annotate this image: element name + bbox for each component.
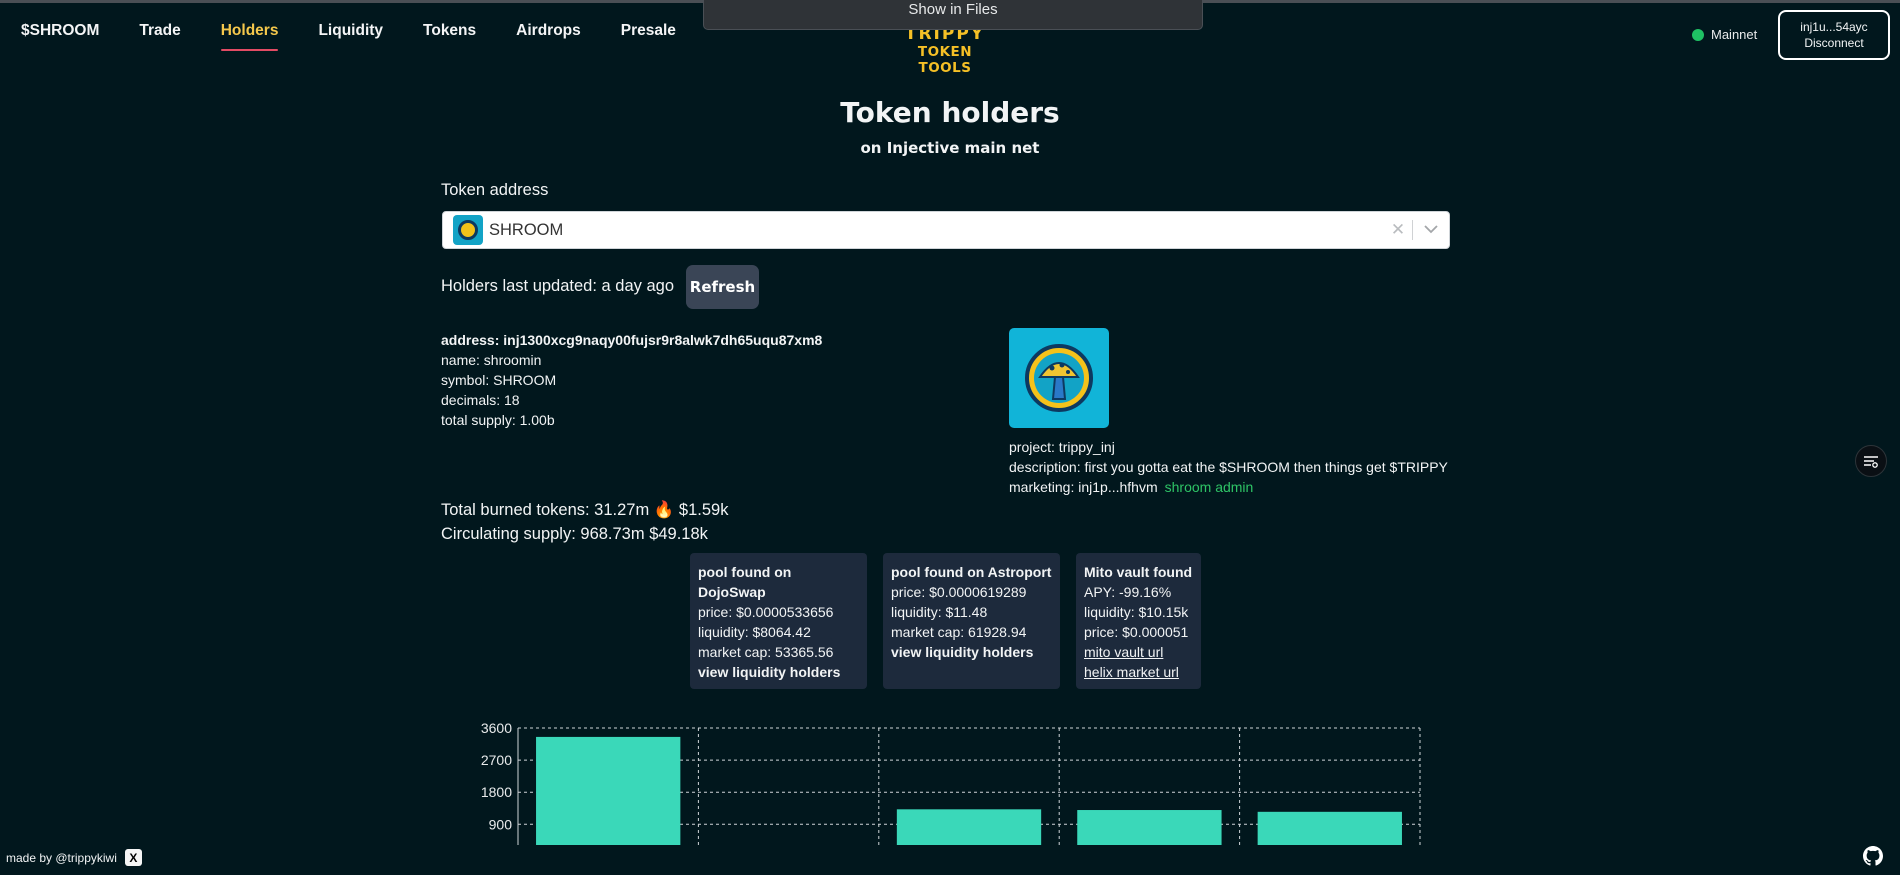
token-select-value: SHROOM [489,220,564,239]
page-title: Token holders [840,96,1060,129]
status-dot-icon [1692,28,1704,41]
project-marketing: marketing: inj1p...hfhvm shroom admin [1009,477,1448,497]
token-symbol: symbol: SHROOM [441,372,557,388]
chart-ticks: 3600 2700 1800 900 [481,720,512,832]
project-description: description: first you gotta eat the $SH… [1009,459,1448,475]
pool-liquidity: liquidity: $11.48 [891,604,988,620]
chart-y-tick-label: 1800 [481,784,512,800]
chart-bar [896,809,1042,845]
supply-info: Total burned tokens: 31.27m 🔥 $1.59k Cir… [441,498,728,546]
wallet-address: inj1u...54ayc [1800,20,1868,34]
token-select[interactable]: SHROOM ✕ [442,211,1450,249]
mito-vault-link[interactable]: mito vault url [1084,642,1193,662]
network-status: Mainnet [1692,27,1757,42]
nav-presale[interactable]: Presale [621,22,676,44]
vault-title: Mito vault found [1084,564,1193,580]
nav-airdrops[interactable]: Airdrops [516,22,581,44]
nav-brand[interactable]: $SHROOM [21,22,99,44]
holders-updated-text: Holders last updated: a day ago [441,277,674,295]
token-total-supply: total supply: 1.00b [441,412,555,428]
page-subtitle: on Injective main net [860,139,1040,157]
chart-bar [536,736,681,845]
pool-market-cap: market cap: 61928.94 [891,624,1027,640]
dojoswap-pool-card: pool found on DojoSwap price: $0.0000533… [690,553,867,689]
chart-y-tick-label: 900 [489,816,513,832]
token-info: address: inj1300xcg9naqy00fujsr9r8alwk7d… [441,330,822,430]
chart-bar [1257,811,1402,845]
vault-price: price: $0.000051 [1084,624,1189,640]
pool-market-cap: market cap: 53365.56 [698,644,834,660]
token-name: name: shroomin [441,352,542,368]
pool-price: price: $0.0000619289 [891,584,1027,600]
logo-title: TRIPPY [904,30,986,44]
astroport-pool-card: pool found on Astroport price: $0.000061… [883,553,1060,689]
token-address-label: Token address [441,181,549,199]
chart-y-tick-label: 2700 [481,752,512,768]
mushroom-icon [1025,344,1093,412]
pool-title: pool found on DojoSwap [698,564,792,600]
refresh-button[interactable]: Refresh [686,265,759,309]
vault-apy: APY: -99.16% [1084,584,1172,600]
holders-bar-chart: 3600 2700 1800 900 [481,720,1421,845]
x-social-icon[interactable]: X [124,849,142,866]
token-address: address: inj1300xcg9naqy00fujsr9r8alwk7d… [441,332,823,348]
main-nav: $SHROOM Trade Holders Liquidity Tokens A… [21,22,716,51]
chart-y-tick-label: 3600 [481,720,512,736]
vault-liquidity: liquidity: $10.15k [1084,604,1189,620]
helix-market-link[interactable]: helix market url [1084,662,1193,682]
wallet-disconnect-button[interactable]: inj1u...54ayc Disconnect [1778,10,1890,60]
footer: made by @trippykiwi X [6,849,142,866]
project-info: project: trippy_inj description: first y… [1009,437,1448,497]
chart-bars [536,736,1402,845]
logo[interactable]: TRIPPY TOKEN TOOLS [895,30,995,76]
nav-trade[interactable]: Trade [139,22,180,44]
nav-holders[interactable]: Holders [220,22,278,51]
token-decimals: decimals: 18 [441,392,520,408]
mito-vault-card: Mito vault found APY: -99.16% liquidity:… [1076,553,1201,689]
marketing-address: marketing: inj1p...hfhvm [1009,479,1158,495]
settings-sliders-icon[interactable] [1855,445,1887,477]
download-toast[interactable]: Show in Files [703,0,1203,30]
nav-liquidity[interactable]: Liquidity [318,22,383,44]
burned-tokens: Total burned tokens: 31.27m 🔥 $1.59k [441,501,729,519]
disconnect-label: Disconnect [1804,36,1864,50]
view-liquidity-holders-link[interactable]: view liquidity holders [698,662,859,682]
github-icon[interactable] [1863,846,1883,866]
view-liquidity-holders-link[interactable]: view liquidity holders [891,642,1052,662]
pool-title: pool found on Astroport [891,564,1052,580]
pool-liquidity: liquidity: $8064.42 [698,624,811,640]
pool-price: price: $0.0000533656 [698,604,834,620]
marketing-tag: shroom admin [1164,479,1254,495]
project-logo-image [1009,328,1109,428]
credit-text: made by @trippykiwi [6,850,117,865]
circulating-supply: Circulating supply: 968.73m $49.18k [441,525,708,543]
chevron-down-icon[interactable] [1413,223,1449,237]
logo-subtitle: TOKEN TOOLS [917,44,973,76]
clear-icon[interactable]: ✕ [1384,220,1412,240]
shroom-token-icon [453,215,483,245]
project-name: project: trippy_inj [1009,439,1115,455]
network-label: Mainnet [1711,27,1758,42]
chart-bar [1077,810,1222,845]
nav-tokens[interactable]: Tokens [423,22,476,44]
